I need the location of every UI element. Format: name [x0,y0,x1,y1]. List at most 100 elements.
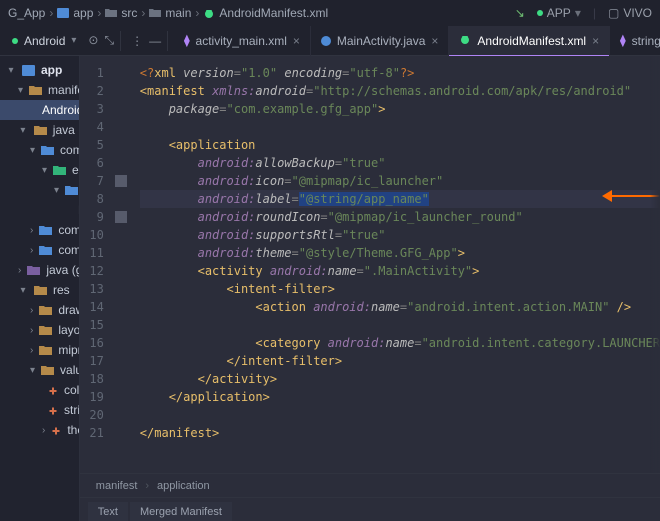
breadcrumb-item[interactable]: G_App [8,6,45,20]
select-opened-file-icon[interactable]: ⊙ [88,33,98,48]
chevron-down-icon: ▾ [30,365,35,376]
chevron-right-icon: › [30,325,33,336]
hide-panel-icon[interactable]: — [149,34,161,48]
gutter-marks [110,56,132,473]
tree-themes[interactable]: › themes (2) [0,420,79,440]
chevron-right-icon: › [195,6,199,20]
android-file-icon [203,7,215,19]
chevron-right-icon: › [141,6,145,20]
tree-example[interactable]: ▾ example [0,160,79,180]
close-icon[interactable]: × [592,34,599,48]
tree-mipmap[interactable]: › mipmap [0,340,79,360]
xml-file-icon: ⧫ [184,34,189,47]
gutter-image-icon[interactable] [115,175,127,187]
chevron-right-icon: › [49,6,53,20]
close-icon[interactable]: × [431,34,438,48]
editor-breadcrumb[interactable]: manifest › application [80,473,660,497]
package-icon [39,225,52,236]
folder-icon [105,7,117,19]
more-icon[interactable]: ⋮ [131,34,143,48]
chevron-right-icon: › [145,480,149,492]
device-dropdown[interactable]: ▢VIVO [608,6,652,20]
tree-mainactivity-file[interactable]: MainActivity [0,200,79,220]
close-icon[interactable]: × [293,34,300,48]
chevron-right-icon: › [30,245,33,256]
chevron-right-icon: › [30,305,33,316]
chevron-down-icon: ▾ [54,185,59,196]
module-icon [57,7,69,19]
chevron-right-icon: › [42,425,45,436]
android-icon [12,38,18,44]
breadcrumb-item[interactable]: src [105,6,137,20]
folder-icon [41,365,54,376]
tab-strings-xml[interactable]: ⧫ strings.xml × [610,26,660,56]
folder-icon [34,125,47,136]
editor-tabs: ⧫ activity_main.xml × MainActivity.java … [174,26,660,56]
package-icon [65,185,78,196]
breadcrumb-item[interactable]: AndroidManifest.xml [203,6,328,20]
panel-tab-text[interactable]: Text [88,502,128,521]
breadcrumb-item[interactable]: app [57,6,93,20]
xml-file-icon [48,385,58,395]
xml-file-icon [51,425,61,435]
chevron-down-icon: ▾ [18,85,23,96]
tree-gfg-app[interactable]: ▾ gfg_app [0,180,79,200]
chevron-right-icon: › [30,345,33,356]
folder-icon [39,305,52,316]
bottom-panel-tabs: Text Merged Manifest [80,497,660,521]
editor: 123456789101112131415161718192021 <?xml … [80,56,660,521]
module-icon [22,65,35,76]
tree-com-androidtest[interactable]: › com (androidTest) [0,220,79,240]
toolbar-row: Android ▾ ⊙ ⤡ ⋮ — ⧫ activity_main.xml × M… [0,26,660,56]
tree-res[interactable]: ▾ res [0,280,79,300]
res-folder-icon [34,285,47,296]
tab-activity-main[interactable]: ⧫ activity_main.xml × [174,26,311,56]
chevron-right-icon: › [18,265,21,276]
folder-icon [39,325,52,336]
chevron-down-icon: ▾ [30,145,35,156]
build-hammer-icon[interactable]: ↘ [515,6,525,20]
tree-values[interactable]: ▾ values [0,360,79,380]
tree-com[interactable]: ▾ com [0,140,79,160]
project-view-dropdown[interactable]: Android ▾ [4,30,84,52]
tree-java[interactable]: ▾ java [0,120,79,140]
line-gutter: 123456789101112131415161718192021 [80,56,110,473]
folder-icon [149,7,161,19]
breadcrumb-bar: G_App › app › src › main › AndroidManife… [0,0,660,26]
tree-manifests[interactable]: ▾ manifests [0,80,79,100]
run-config-area: ↘ APP ▾ | ▢VIVO [515,6,652,20]
tree-java-generated[interactable]: › java (generated) [0,260,79,280]
package-icon [41,145,54,156]
chevron-right-icon: › [97,6,101,20]
tree-com-test[interactable]: › com (test) [0,240,79,260]
code-area[interactable]: <?xml version="1.0" encoding="utf-8"?> <… [132,56,660,473]
breadcrumb-item[interactable]: main [149,6,191,20]
tree-androidmanifest-file[interactable]: AndroidManifest.xml [0,100,79,120]
android-file-icon [459,33,471,48]
tree-layout[interactable]: › layout [0,320,79,340]
run-target-dropdown[interactable]: APP ▾ [537,6,581,20]
tree-drawable[interactable]: › drawable [0,300,79,320]
folder-icon [39,345,52,356]
tab-android-manifest[interactable]: AndroidManifest.xml × [449,26,610,56]
project-tree[interactable]: ▾ app ▾ manifests AndroidManifest.xml ▾ … [0,56,80,521]
chevron-down-icon: ▾ [71,35,76,46]
panel-tab-merged[interactable]: Merged Manifest [130,502,232,521]
chevron-down-icon: ▾ [42,165,47,176]
chevron-right-icon: › [30,225,33,236]
chevron-down-icon: ▾ [6,65,16,76]
tree-app-root[interactable]: ▾ app [0,60,79,80]
package-icon [39,245,52,256]
generated-folder-icon [27,265,40,276]
tab-main-activity[interactable]: MainActivity.java × [311,26,450,56]
java-file-icon [321,36,331,46]
tree-strings-xml[interactable]: strings.xml [0,400,79,420]
package-icon [53,165,66,176]
collapse-icon[interactable]: ⤡ [104,33,114,48]
folder-icon [29,85,42,96]
tree-colors-xml[interactable]: colors.xml [0,380,79,400]
xml-file-icon: ⧫ [620,34,625,47]
chevron-down-icon: ▾ [18,125,28,136]
gutter-image-icon[interactable] [115,211,127,223]
chevron-down-icon: ▾ [18,285,28,296]
